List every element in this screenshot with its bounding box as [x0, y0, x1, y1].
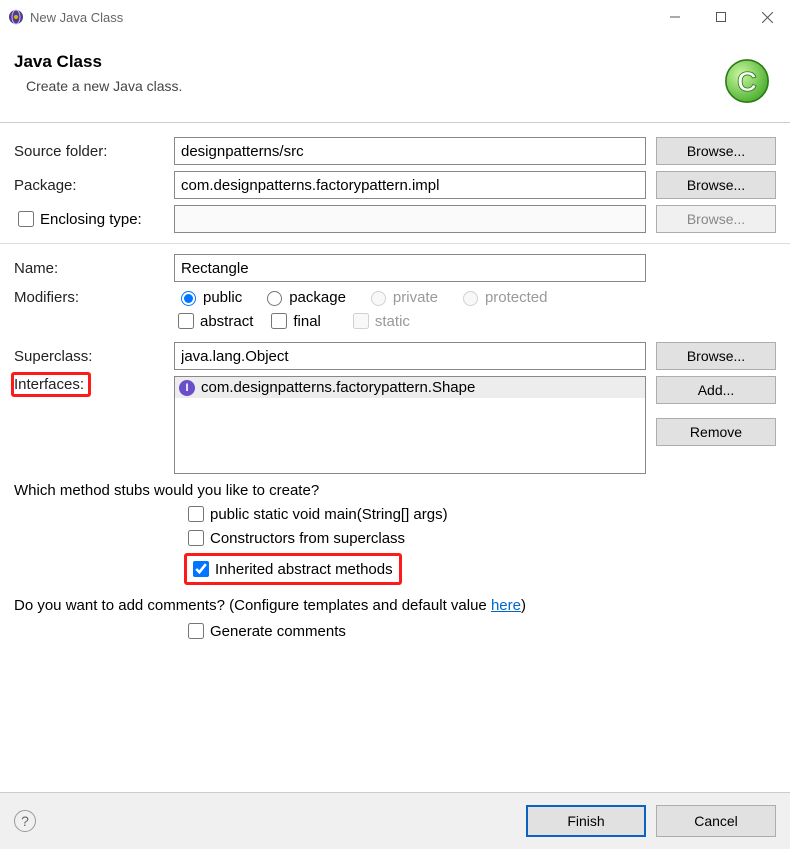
button-bar: ? Finish Cancel [0, 792, 790, 849]
interface-icon: I [179, 380, 195, 396]
modifier-private-radio [371, 291, 386, 306]
comments-question: Do you want to add comments? (Configure … [14, 597, 776, 614]
method-stubs-group: public static void main(String[] args) C… [184, 503, 776, 585]
eclipse-icon [8, 9, 24, 25]
generate-comments-label: Generate comments [210, 623, 346, 640]
package-browse-button[interactable]: Browse... [656, 171, 776, 199]
class-icon: C [718, 52, 776, 110]
package-input[interactable] [174, 171, 646, 199]
modifier-public-radio[interactable] [181, 291, 196, 306]
interfaces-listbox[interactable]: I com.designpatterns.factorypattern.Shap… [174, 376, 646, 474]
method-stubs-question: Which method stubs would you like to cre… [14, 482, 776, 499]
stub-inherited-label: Inherited abstract methods [215, 561, 393, 578]
enclosing-type-label-group: Enclosing type: [14, 208, 174, 230]
comments-question-suffix: ) [521, 597, 526, 614]
comments-group: Generate comments [184, 620, 776, 642]
maximize-button[interactable] [698, 0, 744, 34]
superclass-row: Superclass: Browse... [14, 342, 776, 370]
interface-add-button[interactable]: Add... [656, 376, 776, 404]
name-label: Name: [14, 260, 174, 277]
generate-comments-checkbox[interactable] [188, 623, 204, 639]
source-folder-browse-button[interactable]: Browse... [656, 137, 776, 165]
finish-button[interactable]: Finish [526, 805, 646, 837]
stub-constructors-row[interactable]: Constructors from superclass [184, 527, 776, 549]
interface-remove-button[interactable]: Remove [656, 418, 776, 446]
modifier-protected: protected [458, 288, 548, 306]
modifier-package-radio[interactable] [267, 291, 282, 306]
window-title: New Java Class [30, 10, 123, 25]
package-label: Package: [14, 177, 174, 194]
modifier-public[interactable]: public [176, 288, 242, 306]
comments-question-prefix: Do you want to add comments? (Configure … [14, 597, 491, 614]
modifier-final[interactable]: final [267, 310, 321, 332]
stub-inherited-highlight[interactable]: Inherited abstract methods [184, 553, 402, 585]
interfaces-label: Interfaces: [11, 372, 91, 397]
interfaces-label-wrap: Interfaces: [14, 376, 174, 393]
modifier-final-checkbox[interactable] [271, 313, 287, 329]
dialog-description: Create a new Java class. [26, 78, 718, 94]
enclosing-type-checkbox[interactable] [18, 211, 34, 227]
help-button[interactable]: ? [14, 810, 36, 832]
title-bar: New Java Class [0, 0, 790, 34]
modifier-protected-radio [463, 291, 478, 306]
modifier-static-checkbox [353, 313, 369, 329]
superclass-input[interactable] [174, 342, 646, 370]
interface-item[interactable]: I com.designpatterns.factorypattern.Shap… [175, 377, 645, 398]
stub-inherited-row: Inherited abstract methods [184, 551, 776, 585]
modifier-private: private [366, 288, 438, 306]
source-folder-label: Source folder: [14, 143, 174, 160]
svg-text:C: C [737, 66, 757, 97]
dialog-header: Java Class Create a new Java class. C [0, 34, 790, 122]
stub-main-row[interactable]: public static void main(String[] args) [184, 503, 776, 525]
modifier-abstract-checkbox[interactable] [178, 313, 194, 329]
modifier-static: static [349, 310, 410, 332]
modifiers-label: Modifiers: [14, 289, 174, 306]
stub-constructors-label: Constructors from superclass [210, 530, 405, 547]
stub-main-checkbox[interactable] [188, 506, 204, 522]
access-modifier-group: public package private protected [174, 288, 548, 306]
source-folder-row: Source folder: Browse... [14, 137, 776, 165]
cancel-button[interactable]: Cancel [656, 805, 776, 837]
stub-constructors-checkbox[interactable] [188, 530, 204, 546]
modifier-abstract[interactable]: abstract [174, 310, 253, 332]
enclosing-type-row: Enclosing type: Browse... [14, 205, 776, 233]
source-folder-input[interactable] [174, 137, 646, 165]
stub-main-label: public static void main(String[] args) [210, 506, 448, 523]
package-row: Package: Browse... [14, 171, 776, 199]
separator [0, 243, 790, 244]
name-row: Name: [14, 254, 776, 282]
window-controls [652, 0, 790, 34]
name-input[interactable] [174, 254, 646, 282]
superclass-browse-button[interactable]: Browse... [656, 342, 776, 370]
stub-inherited-checkbox[interactable] [193, 561, 209, 577]
superclass-label: Superclass: [14, 348, 174, 365]
modifier-package[interactable]: package [262, 288, 346, 306]
enclosing-type-input [174, 205, 646, 233]
enclosing-type-label: Enclosing type: [40, 211, 142, 228]
modifier-checks-group: abstract final static [174, 310, 776, 332]
configure-templates-link[interactable]: here [491, 597, 521, 614]
modifiers-row: Modifiers: public package private protec… [14, 288, 776, 306]
dialog-content: Source folder: Browse... Package: Browse… [0, 123, 790, 642]
interface-item-text: com.designpatterns.factorypattern.Shape [201, 379, 475, 396]
generate-comments-row[interactable]: Generate comments [184, 620, 776, 642]
enclosing-type-browse-button: Browse... [656, 205, 776, 233]
interfaces-row: Interfaces: I com.designpatterns.factory… [14, 376, 776, 474]
minimize-button[interactable] [652, 0, 698, 34]
dialog-title: Java Class [14, 52, 718, 72]
close-button[interactable] [744, 0, 790, 34]
